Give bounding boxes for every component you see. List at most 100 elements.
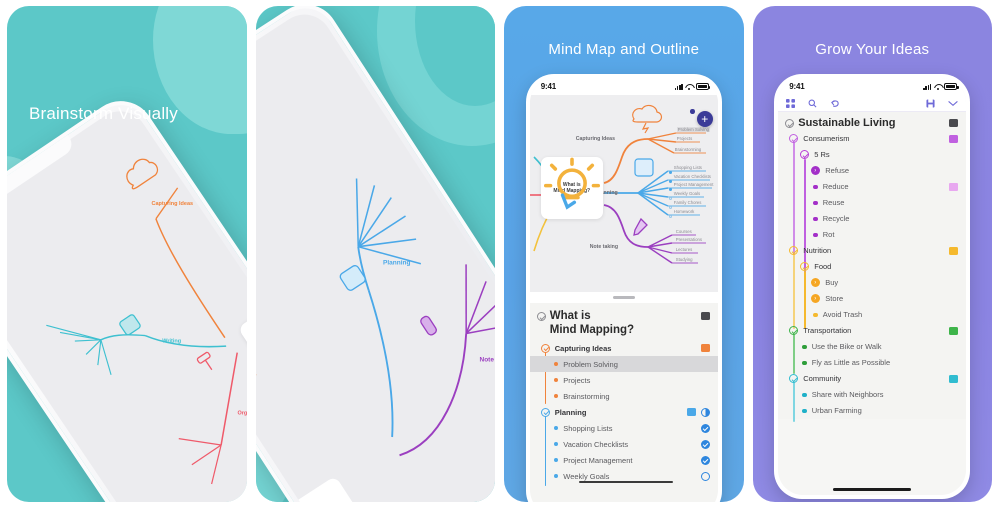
branch-label-capturing-ideas[interactable]: Capturing Ideas [576, 136, 615, 142]
collapse-toggle-icon[interactable] [785, 119, 795, 128]
collapse-toggle-icon[interactable] [540, 343, 550, 353]
outline-item-row[interactable]: Brainstorming [530, 388, 718, 404]
mindmap-canvas[interactable]: What is Mind Mapping? + Capturing Ideas … [529, 95, 718, 292]
outline-list-sustainable[interactable]: Sustainable Living Consumerism 5 Rs › Re… [778, 112, 967, 422]
leaf-label[interactable]: Family Chores [674, 200, 702, 205]
image-attachment-icon[interactable] [949, 119, 959, 127]
outline-item-row[interactable]: Projects [530, 372, 718, 388]
center-node[interactable]: What is Mind Mapping? [540, 157, 603, 219]
add-node-button[interactable]: + [696, 111, 713, 127]
branch-label-planning: Planning [382, 259, 410, 267]
collapse-toggle-icon[interactable] [800, 150, 810, 160]
leaf-label[interactable]: Projects [677, 136, 693, 141]
collapse-toggle-icon[interactable] [789, 134, 799, 144]
outline-branch-consumerism: Consumerism 5 Rs › Refuse Reduce Reuse R… [778, 131, 966, 285]
outline-item-label: Share with Neighbors [811, 390, 884, 400]
outline-group-row[interactable]: 5 Rs [778, 147, 966, 163]
outline-item-row[interactable]: Reuse [778, 195, 966, 211]
leaf-label[interactable]: Problem Solving [676, 127, 711, 132]
outline-item-row[interactable]: Rot [778, 227, 966, 243]
outline-item-row[interactable]: Recycle [778, 211, 966, 227]
outline-item-row[interactable]: Share with Neighbors [778, 387, 966, 403]
collapse-toggle-icon[interactable] [789, 374, 799, 384]
checkbox[interactable] [700, 455, 710, 465]
outline-group-row[interactable]: Transportation [778, 323, 966, 339]
outline-item-row[interactable]: Avoid Trash [778, 307, 966, 323]
progress-indicator[interactable] [700, 407, 710, 417]
leaf-label[interactable]: Lectures [676, 247, 692, 252]
panel-mind-map-and-outline: Mind Map and Outline 9:41 What is Mind M… [504, 6, 744, 502]
chevron-down-icon[interactable] [948, 100, 958, 107]
collapse-toggle-icon[interactable] [789, 246, 799, 256]
outline-group-row[interactable]: Capturing Ideas [530, 340, 718, 356]
outline-root-row[interactable]: What is Mind Mapping? [530, 308, 718, 340]
wifi-icon [934, 84, 942, 90]
search-icon[interactable] [808, 99, 817, 108]
leaf-label[interactable]: Courses [676, 229, 692, 234]
outline-group-row[interactable]: Nutrition [778, 243, 966, 259]
outline-item-row[interactable]: Problem Solving [529, 356, 718, 373]
image-attachment-icon[interactable] [700, 312, 710, 320]
leaf-label[interactable]: Studying [676, 257, 693, 262]
outline-group-row[interactable]: Consumerism [778, 131, 966, 147]
collapse-toggle-icon[interactable] [800, 262, 810, 272]
leaf-label[interactable]: Project Management [674, 182, 714, 187]
checkbox[interactable] [700, 471, 710, 481]
outline-item-row[interactable]: Reduce [778, 179, 966, 195]
app-toolbar[interactable] [778, 95, 967, 112]
phone-screen: 9:41 [778, 78, 967, 495]
image-attachment-icon[interactable] [949, 247, 959, 255]
leaf-label[interactable]: Brainstorming [675, 147, 702, 152]
collapse-toggle-icon[interactable] [789, 326, 799, 336]
grid-layout-icon[interactable] [786, 98, 796, 108]
image-attachment-icon[interactable] [949, 375, 959, 383]
outline-group-row[interactable]: Community [778, 371, 966, 387]
outline-item-label: Project Management [563, 455, 633, 465]
horizontal-scrollbar[interactable] [578, 480, 673, 484]
outline-item-label: Store [825, 294, 844, 304]
outline-item-label: Recycle [822, 214, 850, 224]
sheet-grabber-row[interactable] [529, 292, 718, 303]
outline-group-row[interactable]: Planning [530, 404, 718, 420]
undo-icon[interactable] [830, 99, 840, 108]
leaf-label[interactable]: Presentations [676, 237, 702, 242]
home-indicator[interactable] [833, 488, 912, 491]
outline-list[interactable]: What is Mind Mapping? Capturing Ideas Pr… [529, 303, 718, 487]
outline-item-row[interactable]: Project Management [530, 452, 718, 468]
outline-item-label: Weekly Goals [563, 471, 610, 481]
collapse-toggle-icon[interactable] [540, 407, 550, 417]
outline-item-row[interactable]: Urban Farming [778, 403, 966, 419]
panel-title: Grow Your Ideas [815, 41, 930, 58]
item-bullet [553, 425, 559, 431]
checkbox[interactable] [700, 423, 710, 433]
selection-handle-dot[interactable] [690, 109, 695, 114]
expand-item-icon[interactable]: › [811, 166, 821, 176]
battery-icon [944, 83, 959, 90]
document-attachment-icon[interactable] [949, 183, 959, 191]
expand-item-icon[interactable]: › [811, 294, 821, 304]
checkbox[interactable] [700, 439, 710, 449]
outline-item-row[interactable]: › Store [778, 291, 966, 307]
outline-group-row[interactable]: Food [778, 259, 966, 275]
image-attachment-icon[interactable] [686, 408, 696, 416]
outline-item-row[interactable]: Use the Bike or Walk [778, 339, 966, 355]
leaf-label[interactable]: Weekly Goals [674, 191, 700, 196]
leaf-label[interactable]: Vacation Checklists [674, 174, 711, 179]
outline-item-row[interactable]: › Buy [778, 275, 966, 291]
branch-label-note-taking[interactable]: Note taking [590, 244, 618, 250]
image-attachment-icon[interactable] [949, 327, 959, 335]
outline-root-row[interactable]: Sustainable Living [778, 115, 966, 131]
leaf-label[interactable]: Homework [674, 209, 695, 214]
image-attachment-icon[interactable] [700, 344, 710, 352]
phone-screen: 9:41 [529, 78, 718, 502]
expand-item-icon[interactable]: › [811, 278, 821, 288]
collapse-toggle-icon[interactable] [536, 312, 546, 321]
outline-item-row[interactable]: › Refuse [778, 163, 966, 179]
save-icon[interactable] [926, 98, 935, 108]
outline-item-row[interactable]: Vacation Checklists [530, 436, 718, 452]
image-attachment-icon[interactable] [949, 135, 959, 143]
drag-handle[interactable] [612, 296, 635, 299]
leaf-label[interactable]: Shopping Lists [674, 165, 702, 170]
outline-item-row[interactable]: Fly as Little as Possible [778, 355, 966, 371]
outline-item-row[interactable]: Shopping Lists [530, 420, 718, 436]
